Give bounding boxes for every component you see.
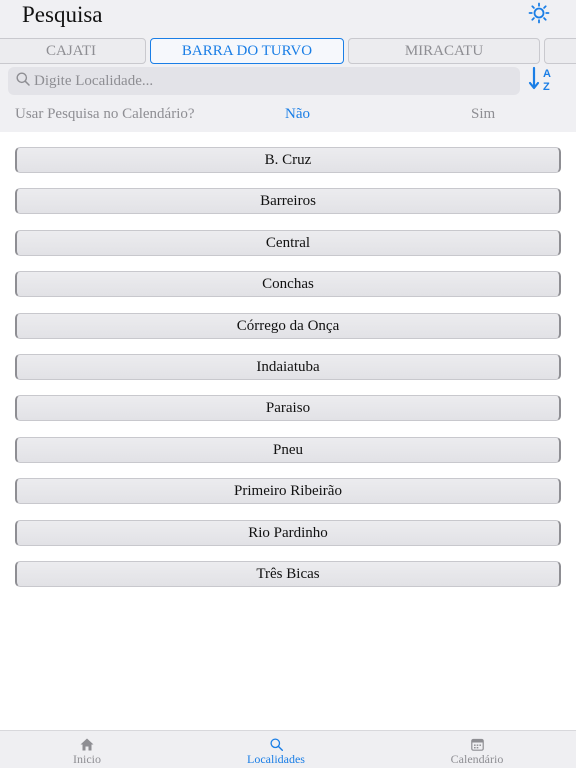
- option-sim[interactable]: Sim: [471, 106, 495, 123]
- tab-miracatu[interactable]: MIRACATU: [348, 38, 540, 64]
- nav-calendario[interactable]: Calendário: [441, 731, 513, 768]
- calendar-search-label: Usar Pesquisa no Calendário?: [15, 106, 195, 122]
- sort-az-button[interactable]: A Z: [527, 65, 557, 98]
- list-item[interactable]: Córrego da Onça: [15, 313, 561, 339]
- tab-barra-do-turvo[interactable]: BARRA DO TURVO: [150, 38, 344, 64]
- list-item[interactable]: Barreiros: [15, 188, 561, 214]
- nav-calendario-label: Calendário: [450, 752, 504, 766]
- settings-button[interactable]: [527, 2, 551, 29]
- nav-inicio-label: Inicio: [73, 752, 101, 766]
- list-item[interactable]: Central: [15, 230, 561, 256]
- list-item[interactable]: Rio Pardinho: [15, 520, 561, 546]
- svg-text:A: A: [543, 68, 551, 80]
- list-item[interactable]: Indaiatuba: [15, 354, 561, 380]
- page-title: Pesquisa: [22, 2, 103, 27]
- list-item[interactable]: Primeiro Ribeirão: [15, 478, 561, 504]
- calendar-search-toggle: Usar Pesquisa no Calendário? Não Sim: [0, 104, 576, 126]
- tab-cajati[interactable]: CAJATI: [0, 38, 146, 64]
- nav-inicio[interactable]: Inicio: [62, 731, 112, 768]
- home-icon: [80, 737, 94, 751]
- list-item[interactable]: Três Bicas: [15, 561, 561, 587]
- locality-tabs: CAJATI BARRA DO TURVO MIRACATU: [0, 38, 576, 65]
- list-item[interactable]: B. Cruz: [15, 147, 561, 173]
- list-item[interactable]: Paraiso: [15, 395, 561, 421]
- nav-localidades-label: Localidades: [247, 752, 305, 766]
- list-item[interactable]: Pneu: [15, 437, 561, 463]
- search-input[interactable]: [34, 72, 504, 90]
- list-item[interactable]: Conchas: [15, 271, 561, 297]
- search-icon: [16, 72, 30, 91]
- tab-next[interactable]: [544, 38, 576, 64]
- calendar-icon: [470, 737, 484, 751]
- search-icon: [269, 737, 283, 751]
- svg-text:Z: Z: [543, 81, 550, 93]
- option-nao[interactable]: Não: [285, 106, 310, 123]
- bottom-tab-bar: Inicio Localidades Calendário: [0, 730, 576, 768]
- nav-localidades[interactable]: Localidades: [236, 731, 316, 768]
- brightness-icon: [528, 2, 550, 29]
- sort-az-icon: A Z: [528, 65, 556, 98]
- search-bar: [8, 67, 520, 95]
